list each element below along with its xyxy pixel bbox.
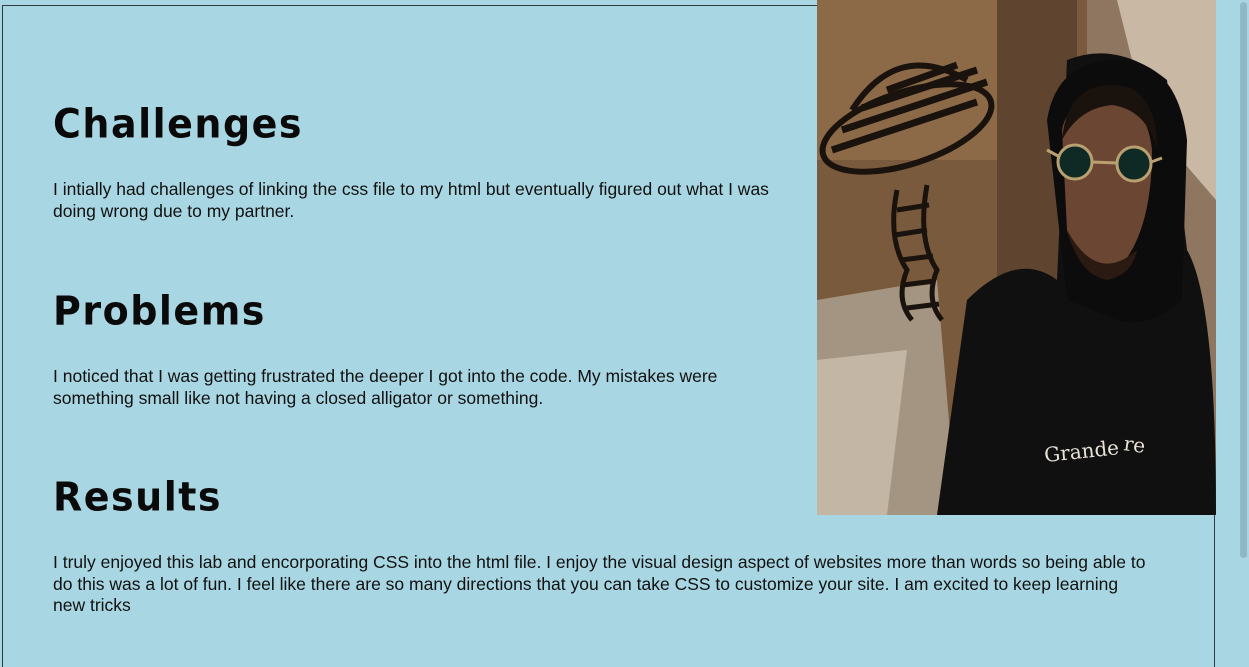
profile-photo: Grande re	[817, 0, 1216, 515]
page: Challenges I intially had challenges of …	[0, 0, 1249, 667]
scrollbar-thumb[interactable]	[1240, 2, 1247, 558]
vertical-scrollbar[interactable]	[1237, 0, 1249, 667]
challenges-text: I intially had challenges of linking the…	[53, 179, 769, 221]
results-heading: Results	[53, 473, 223, 521]
results-text: I truly enjoyed this lab and encorporati…	[53, 552, 1146, 615]
svg-text:re: re	[1122, 431, 1147, 458]
problems-heading: Problems	[53, 287, 266, 335]
challenges-heading: Challenges	[53, 100, 304, 148]
problems-text: I noticed that I was getting frustrated …	[53, 366, 718, 408]
